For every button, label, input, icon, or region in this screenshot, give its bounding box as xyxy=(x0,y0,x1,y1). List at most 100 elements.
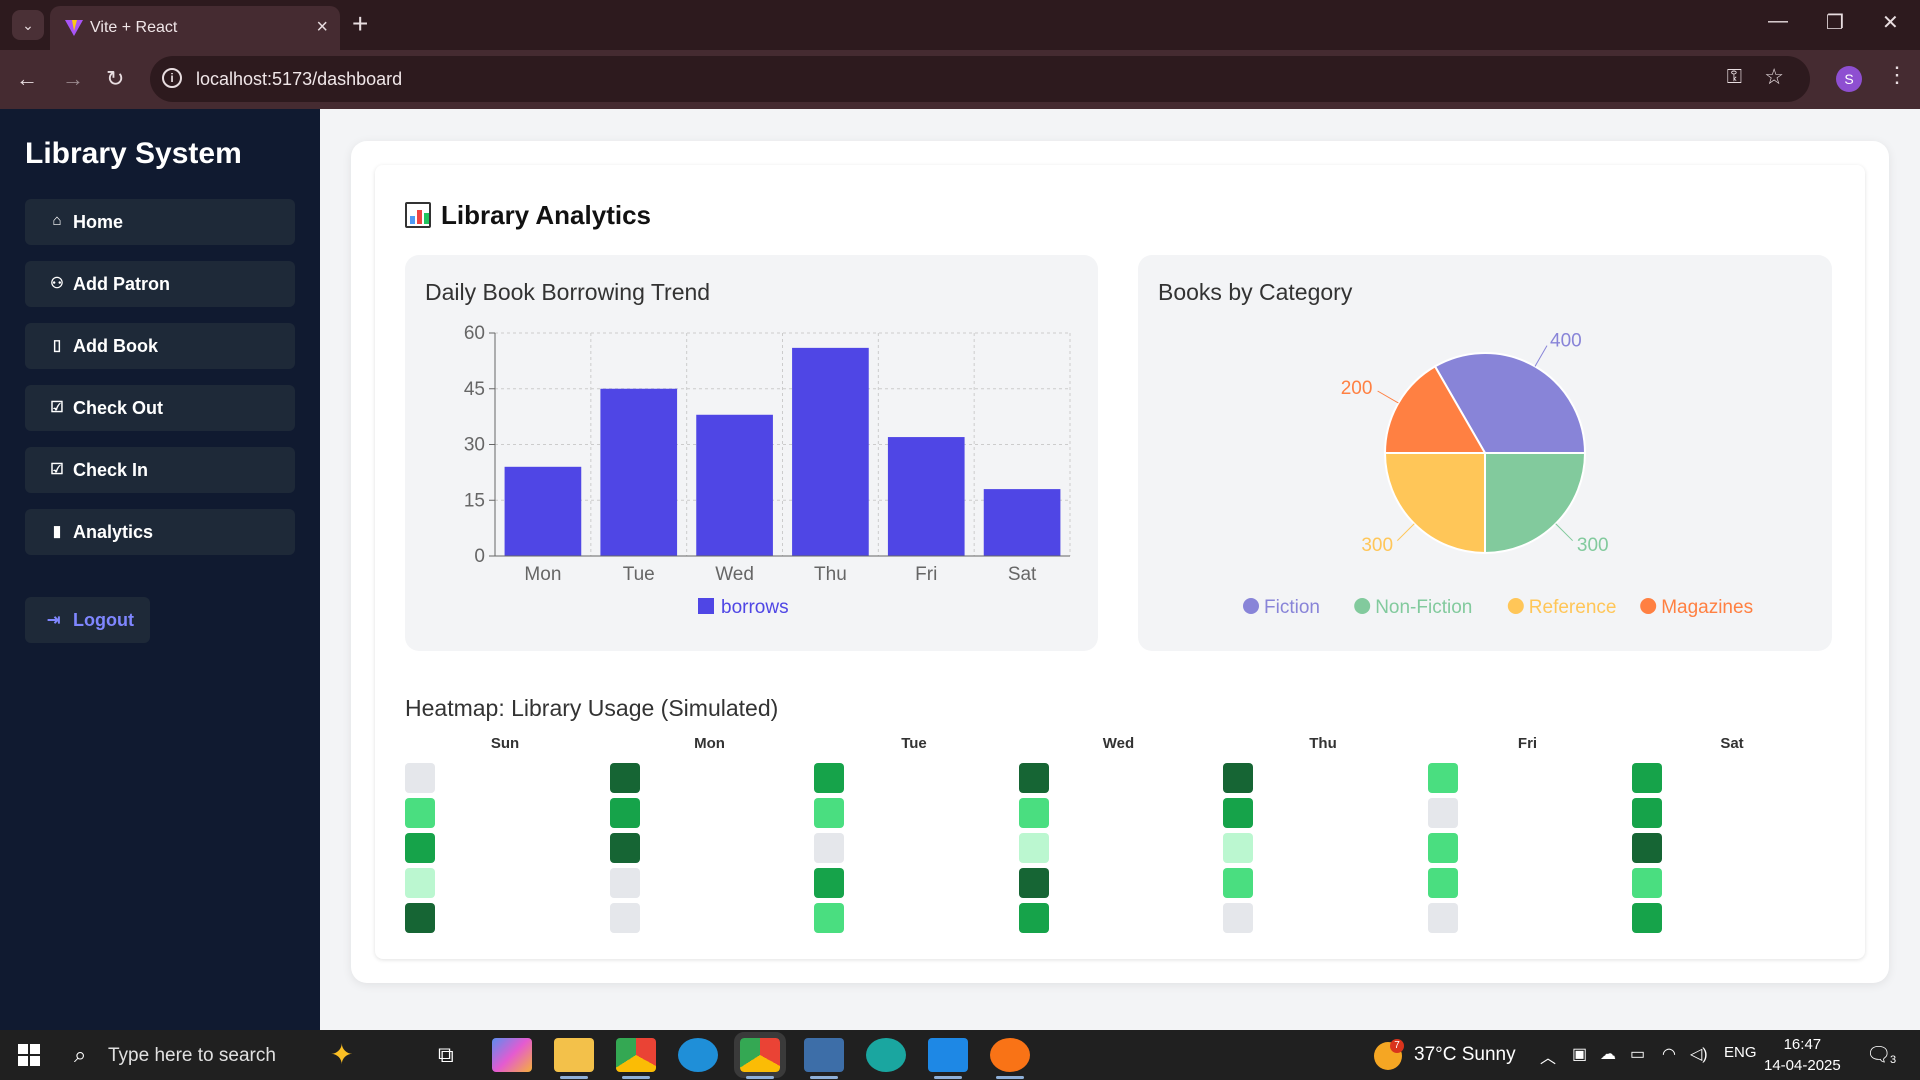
bar-chart-panel: Daily Book Borrowing Trend 0 15 30 45 60 Mon T… xyxy=(405,255,1098,651)
new-tab-button[interactable]: + xyxy=(352,8,368,40)
meet-now-icon[interactable]: ▣ xyxy=(1572,1044,1587,1064)
heatmap-day-label: Wed xyxy=(1102,735,1135,752)
file-explorer-icon[interactable] xyxy=(554,1038,594,1079)
chrome-active-icon[interactable] xyxy=(734,1032,786,1079)
pie-value-label: 300 xyxy=(1361,535,1393,556)
pie-chart: 400 200 300 300 Fiction Non-Fiction Reference M… xyxy=(1243,330,1753,618)
heatmap-cell xyxy=(1223,763,1253,793)
pie-chart-panel: Books by Category 400 200 300 300 Fiction Non… xyxy=(1138,255,1832,651)
heatmap-cell xyxy=(1427,798,1458,828)
bookmark-star-icon[interactable]: ☆ xyxy=(1764,64,1784,90)
nav-add-book[interactable]: ▯ Add Book xyxy=(25,323,295,369)
heatmap-day-label: Thu xyxy=(1309,735,1337,752)
heatmap-title: Heatmap: Library Usage (Simulated) xyxy=(405,695,779,721)
battery-icon[interactable]: ▭ xyxy=(1630,1044,1645,1064)
windows-taskbar: ⌕ Type here to search ✦ ⧉ 7 37°C Sunny ︿… xyxy=(0,1030,1920,1080)
windows-start-icon[interactable] xyxy=(18,1044,40,1066)
browser-tab[interactable]: Vite + React × xyxy=(50,6,340,50)
nav-analytics[interactable]: ▮ Analytics xyxy=(25,509,295,555)
omnibox[interactable]: i localhost:5173/dashboard ⚿ ☆ xyxy=(150,56,1810,102)
nav-add-patron[interactable]: ⚇ Add Patron xyxy=(25,261,295,307)
profile-avatar[interactable]: S xyxy=(1836,66,1862,92)
pie-label-line xyxy=(1396,523,1415,542)
legend-swatch xyxy=(1507,598,1524,614)
logout-button[interactable]: ⇥ Logout xyxy=(25,597,150,643)
home-icon: ⌂ xyxy=(52,212,62,229)
tab-search-dropdown[interactable]: ⌄ xyxy=(12,10,44,40)
tray-chevron-icon[interactable]: ︿ xyxy=(1540,1044,1556,1068)
x-tick-label: Mon xyxy=(524,564,561,585)
volume-icon[interactable]: ◁) xyxy=(1690,1044,1708,1064)
onedrive-icon[interactable]: ☁ xyxy=(1600,1044,1616,1064)
legend-swatch xyxy=(698,598,714,614)
chart-emoji-icon xyxy=(405,202,431,228)
forward-icon[interactable]: → xyxy=(62,66,84,92)
restore-icon[interactable]: ❐ xyxy=(1826,10,1844,35)
x-tick-label: Fri xyxy=(915,564,937,585)
minimize-icon[interactable]: — xyxy=(1768,10,1788,33)
chrome-icon[interactable] xyxy=(616,1038,656,1079)
nav-label: Home xyxy=(73,212,124,232)
logout-label: Logout xyxy=(73,610,134,630)
window-close-icon[interactable]: ✕ xyxy=(1882,10,1899,35)
legend-label: Magazines xyxy=(1661,597,1753,618)
heatmap-cell xyxy=(405,868,435,898)
weather-badge: 7 xyxy=(1390,1039,1404,1053)
bar xyxy=(887,437,965,556)
tab-title: Vite + React xyxy=(90,19,178,36)
heatmap-cell xyxy=(814,763,844,793)
nav-home[interactable]: ⌂ Home xyxy=(25,199,295,245)
bar xyxy=(600,388,678,556)
heatmap-day-label: Sat xyxy=(1720,735,1744,752)
arduino-icon[interactable] xyxy=(866,1038,906,1072)
y-tick-label: 45 xyxy=(464,379,485,400)
bar-chart-icon: ▮ xyxy=(52,523,62,540)
nav-label: Analytics xyxy=(73,522,154,542)
pie-value-label: 300 xyxy=(1577,535,1609,556)
wifi-icon[interactable]: ◠ xyxy=(1662,1044,1676,1064)
heatmap-cell xyxy=(609,868,640,898)
clock[interactable]: 16:47 14-04-2025 xyxy=(1764,1034,1841,1076)
heatmap-cell xyxy=(609,798,640,828)
nav-check-out[interactable]: ☑ Check Out xyxy=(25,385,295,431)
heatmap-cell xyxy=(1427,868,1458,898)
legend-swatch xyxy=(1640,598,1657,614)
address-bar-row: ← → ↻ i localhost:5173/dashboard ⚿ ☆ S ⋮ xyxy=(0,50,1920,109)
back-icon[interactable]: ← xyxy=(16,66,38,92)
heatmap-cell xyxy=(405,798,435,828)
heatmap-cell xyxy=(1018,833,1049,863)
notification-icon[interactable]: 🗨 3 xyxy=(1866,1042,1896,1067)
browser-menu-icon[interactable]: ⋮ xyxy=(1886,62,1908,88)
nav-check-in[interactable]: ☑ Check In xyxy=(25,447,295,493)
heatmap-cell xyxy=(814,903,844,933)
postman-icon[interactable] xyxy=(990,1038,1030,1079)
bar-chart: 0 15 30 45 60 Mon Tue Wed Thu Fri Sat borrows xyxy=(464,323,1071,618)
vite-favicon-icon xyxy=(65,20,83,36)
vscode-icon[interactable] xyxy=(928,1038,968,1079)
heatmap-day-label: Mon xyxy=(694,735,725,752)
copilot-app-icon[interactable] xyxy=(492,1038,532,1072)
legend-swatch xyxy=(1354,598,1371,614)
task-view-icon[interactable]: ⧉ xyxy=(438,1042,454,1068)
heatmap-cell xyxy=(609,903,640,933)
close-tab-icon[interactable]: × xyxy=(316,16,328,39)
heatmap-cell xyxy=(1427,833,1458,863)
url-text[interactable]: localhost:5173/dashboard xyxy=(196,69,402,90)
bar-chart-title: Daily Book Borrowing Trend xyxy=(425,279,711,305)
logout-icon: ⇥ xyxy=(47,612,61,629)
copilot-sparkle-icon[interactable]: ✦ xyxy=(330,1038,353,1071)
password-key-icon[interactable]: ⚿ xyxy=(1727,66,1742,89)
mysql-workbench-icon[interactable] xyxy=(804,1038,844,1079)
weather-text[interactable]: 37°C Sunny xyxy=(1414,1044,1516,1066)
analytics-card: Library Analytics Daily Book Borrowing T… xyxy=(375,165,1865,959)
heatmap-cell xyxy=(1632,833,1662,863)
edge-icon[interactable] xyxy=(678,1038,718,1072)
legend-label: Fiction xyxy=(1264,597,1320,618)
reload-icon[interactable]: ↻ xyxy=(106,66,124,92)
brand-title: Library System xyxy=(25,137,242,170)
bar xyxy=(504,466,582,556)
taskbar-search[interactable]: Type here to search xyxy=(108,1045,276,1067)
nav-label: Check In xyxy=(73,460,149,480)
language-indicator[interactable]: ENG xyxy=(1724,1044,1757,1061)
site-info-icon[interactable]: i xyxy=(162,68,182,88)
